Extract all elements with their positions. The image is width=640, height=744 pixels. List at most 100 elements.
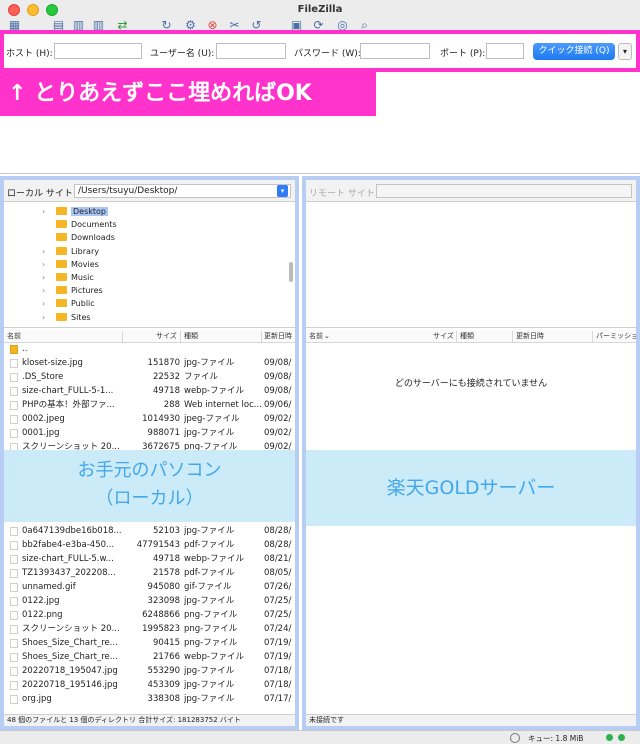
file-row[interactable]: 20220718_195146.jpg 453309 jpg-ファイル 07/18/ — [4, 678, 295, 692]
chevron-right-icon[interactable]: › — [42, 205, 56, 218]
tree-item[interactable]: › Desktop — [42, 205, 108, 218]
tree-item[interactable]: Downloads — [42, 231, 115, 244]
username-label: ユーザー名 (U): — [150, 49, 215, 59]
tree-item-label: Public — [71, 299, 95, 309]
file-date: 07/24/ — [264, 624, 292, 634]
remote-col-name[interactable]: 名前 — [309, 330, 323, 343]
file-row[interactable]: .DS_Store 22532 ファイル 09/08/ — [4, 370, 295, 384]
file-icon — [10, 415, 18, 424]
file-row[interactable]: PHPの基本！外部ファ... 288 Web internet loc... 09/0… — [4, 398, 295, 412]
local-path-dropdown[interactable]: ▾ — [277, 185, 288, 197]
file-row[interactable]: 0a647139dbe16b018... 52103 jpg-ファイル 08/28/ — [4, 524, 295, 538]
remote-directory-tree[interactable] — [306, 202, 636, 328]
file-type: webp-ファイル — [184, 652, 245, 662]
chevron-right-icon[interactable]: › — [42, 271, 56, 284]
file-name: size-chart_FULL-5-1... — [22, 386, 114, 396]
remote-site-label: リモート サイト: — [309, 189, 378, 199]
column-separator — [122, 331, 123, 342]
local-file-list[interactable]: .. kloset-size.jpg 151870 jpg-ファイル 09/08/.DS… — [4, 342, 295, 704]
file-size: 453309 — [147, 680, 180, 690]
file-name: .DS_Store — [22, 372, 64, 382]
sort-chevron-down-icon: ⌄ — [324, 332, 330, 340]
chevron-right-icon[interactable]: › — [42, 311, 56, 324]
file-date: 09/02/ — [264, 428, 292, 438]
file-row[interactable]: 0002.jpeg 1014930 jpeg-ファイル 09/02/ — [4, 412, 295, 426]
file-row[interactable]: TZ1393437_202208... 21578 pdf-ファイル 08/05/ — [4, 566, 295, 580]
file-name: 20220718_195047.jpg — [22, 666, 118, 676]
file-name: .. — [22, 344, 28, 354]
port-input[interactable] — [486, 43, 524, 59]
quickconnect-bar: ホスト (H): ユーザー名 (U): パスワード (W): ポート (P): … — [0, 30, 640, 72]
host-label: ホスト (H): — [6, 49, 53, 59]
file-size: 49718 — [152, 554, 180, 564]
file-row[interactable]: unnamed.gif 945080 gif-ファイル 07/26/ — [4, 580, 295, 594]
file-type: jpg-ファイル — [184, 596, 235, 606]
queue-status: キュー: 1.8 MiB — [528, 734, 584, 743]
tree-item-label: Music — [71, 273, 94, 282]
local-path-input[interactable]: /Users/tsuyu/Desktop/ ▾ — [74, 184, 291, 198]
remote-col-date[interactable]: 更新日時 — [516, 330, 544, 343]
not-connected-message: どのサーバーにも接続されていません — [394, 379, 548, 389]
file-row[interactable]: 0122.png 6248866 png-ファイル 07/25/ — [4, 608, 295, 622]
file-row[interactable]: 20220718_195047.jpg 553290 jpg-ファイル 07/18/ — [4, 664, 295, 678]
file-icon — [10, 611, 18, 620]
chevron-right-icon[interactable]: › — [42, 245, 56, 258]
password-input[interactable] — [360, 43, 430, 59]
file-name: 0a647139dbe16b018... — [22, 526, 122, 536]
file-icon — [10, 667, 18, 676]
folder-icon — [56, 207, 67, 215]
password-label: パスワード (W): — [294, 49, 361, 59]
file-date: 07/18/ — [264, 680, 292, 690]
username-input[interactable] — [216, 43, 286, 59]
chevron-right-icon[interactable]: › — [42, 258, 56, 271]
host-input[interactable] — [54, 43, 142, 59]
file-name: 0122.png — [22, 610, 63, 620]
quickconnect-history-dropdown[interactable]: ▾ — [618, 43, 632, 60]
tree-item[interactable]: › Library — [42, 245, 99, 258]
file-row[interactable]: .. — [4, 342, 295, 356]
local-directory-tree[interactable]: › Desktop Documents Downloads › Library › Movie… — [4, 202, 295, 328]
tree-item[interactable]: › Music — [42, 271, 94, 284]
file-name: 0002.jpeg — [22, 414, 65, 424]
remote-col-type[interactable]: 種類 — [460, 330, 474, 343]
file-row[interactable]: Shoes_Size_Chart_re... 90415 png-ファイル 07/19… — [4, 636, 295, 650]
file-row[interactable]: スクリーンショット 20... 1995823 png-ファイル 07/24/ — [4, 622, 295, 636]
file-date: 08/05/ — [264, 568, 292, 578]
message-log — [0, 116, 640, 174]
port-label: ポート (P): — [440, 49, 486, 59]
file-type: pdf-ファイル — [184, 568, 235, 578]
tree-item[interactable]: Documents — [42, 218, 117, 231]
tree-item-label: Desktop — [71, 207, 108, 216]
local-annotation: お手元のパソコン （ローカル） — [4, 450, 295, 522]
file-date: 09/06/ — [264, 400, 292, 410]
remote-col-size[interactable]: サイズ — [433, 330, 454, 343]
file-date: 07/25/ — [264, 610, 292, 620]
chevron-right-icon[interactable]: › — [42, 284, 56, 297]
chevron-right-icon[interactable]: › — [42, 297, 56, 310]
file-row[interactable]: size-chart_FULL-5.w... 49718 webp-ファイル 08/2… — [4, 552, 295, 566]
local-site-bar: ローカル サイト: /Users/tsuyu/Desktop/ ▾ — [4, 180, 295, 202]
quickconnect-button[interactable]: クイック接続 (Q) — [533, 43, 615, 60]
file-name: TZ1393437_202208... — [22, 568, 116, 578]
file-date: 09/08/ — [264, 372, 292, 382]
tree-item[interactable]: › Pictures — [42, 284, 103, 297]
file-row[interactable]: Shoes_Size_Chart_re... 21766 webp-ファイル 07/1… — [4, 650, 295, 664]
annotation-banner: ↑ とりあえずここ埋めればOK — [0, 72, 376, 116]
file-row[interactable]: 0001.jpg 988071 jpg-ファイル 09/02/ — [4, 426, 295, 440]
file-row[interactable]: org.jpg 338308 jpg-ファイル 07/17/ — [4, 692, 295, 704]
file-date: 07/19/ — [264, 652, 292, 662]
file-row[interactable]: size-chart_FULL-5-1... 49718 webp-ファイル 09/0… — [4, 384, 295, 398]
file-icon — [10, 359, 18, 368]
remote-col-permission[interactable]: パーミッショ — [596, 330, 636, 343]
file-size: 21766 — [152, 652, 180, 662]
tree-item[interactable]: › Public — [42, 297, 95, 310]
file-row[interactable]: bb2fabe4-e3ba-450... 47791543 pdf-ファイル 08/2… — [4, 538, 295, 552]
file-date: 08/21/ — [264, 554, 292, 564]
file-icon — [10, 401, 18, 410]
file-row[interactable]: 0122.jpg 323098 jpg-ファイル 07/25/ — [4, 594, 295, 608]
recv-led-icon — [606, 734, 613, 741]
tree-item[interactable]: › Movies — [42, 258, 99, 271]
tree-item[interactable]: › Sites — [42, 311, 91, 324]
local-tree-scrollbar[interactable] — [289, 262, 293, 282]
file-row[interactable]: kloset-size.jpg 151870 jpg-ファイル 09/08/ — [4, 356, 295, 370]
